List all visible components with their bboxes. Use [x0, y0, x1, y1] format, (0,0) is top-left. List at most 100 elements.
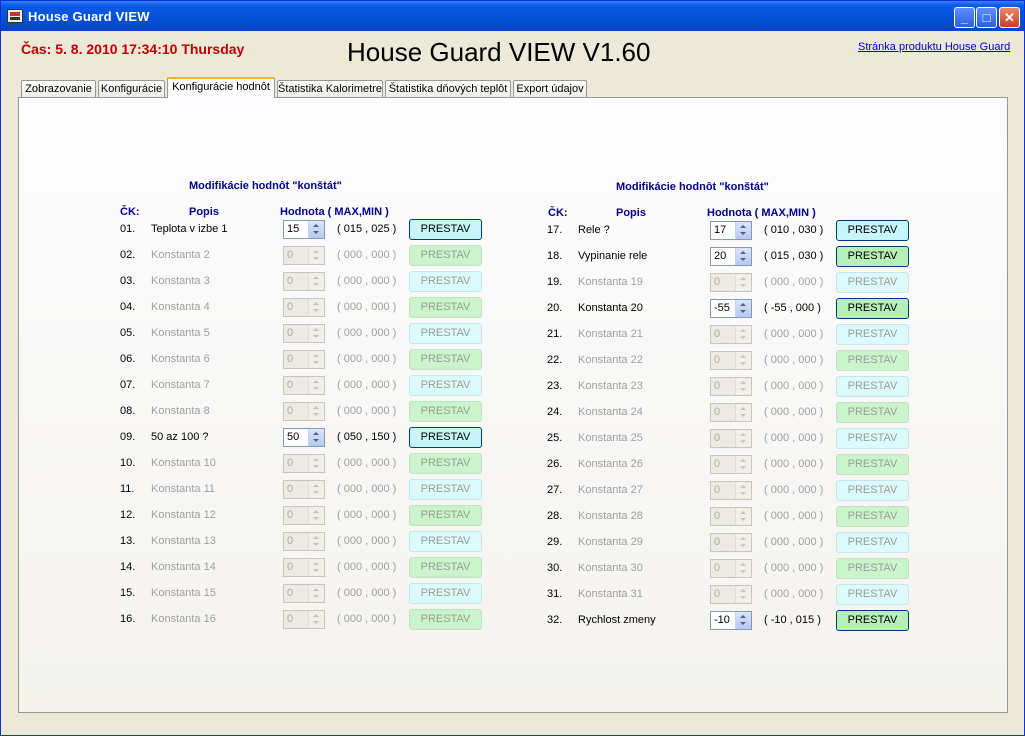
- value-spinner[interactable]: 0: [283, 480, 325, 499]
- value-field[interactable]: 0: [714, 354, 720, 366]
- value-field[interactable]: 0: [287, 561, 293, 573]
- prestav-button[interactable]: PRESTAV: [409, 323, 482, 344]
- spinner-arrows-icon[interactable]: [735, 352, 751, 369]
- value-spinner[interactable]: 17: [710, 221, 752, 240]
- value-field[interactable]: 0: [287, 535, 293, 547]
- spinner-arrows-icon[interactable]: [735, 560, 751, 577]
- value-field[interactable]: 0: [714, 562, 720, 574]
- prestav-button[interactable]: PRESTAV: [836, 532, 909, 553]
- value-spinner[interactable]: 0: [283, 272, 325, 291]
- prestav-button[interactable]: PRESTAV: [409, 245, 482, 266]
- value-spinner[interactable]: 0: [283, 246, 325, 265]
- spinner-arrows-icon[interactable]: [308, 455, 324, 472]
- value-field[interactable]: 0: [714, 406, 720, 418]
- value-spinner[interactable]: 0: [710, 429, 752, 448]
- spinner-arrows-icon[interactable]: [308, 585, 324, 602]
- spinner-arrows-icon[interactable]: [308, 403, 324, 420]
- value-spinner[interactable]: 0: [283, 324, 325, 343]
- value-field[interactable]: 17: [714, 224, 726, 236]
- prestav-button[interactable]: PRESTAV: [836, 428, 909, 449]
- tab-statistika-kalorimetre[interactable]: Štatistika Kalorimetre: [277, 80, 383, 97]
- spinner-arrows-icon[interactable]: [735, 482, 751, 499]
- prestav-button[interactable]: PRESTAV: [836, 480, 909, 501]
- value-field[interactable]: 0: [714, 432, 720, 444]
- value-field[interactable]: 0: [714, 510, 720, 522]
- prestav-button[interactable]: PRESTAV: [409, 297, 482, 318]
- value-spinner[interactable]: 0: [710, 273, 752, 292]
- value-spinner[interactable]: 0: [283, 558, 325, 577]
- prestav-button[interactable]: PRESTAV: [836, 454, 909, 475]
- prestav-button[interactable]: PRESTAV: [836, 220, 909, 241]
- value-spinner[interactable]: 0: [710, 403, 752, 422]
- value-field[interactable]: 0: [287, 509, 293, 521]
- spinner-arrows-icon[interactable]: [735, 248, 751, 265]
- value-field[interactable]: 15: [287, 223, 299, 235]
- prestav-button[interactable]: PRESTAV: [409, 479, 482, 500]
- prestav-button[interactable]: PRESTAV: [836, 324, 909, 345]
- prestav-button[interactable]: PRESTAV: [836, 272, 909, 293]
- spinner-arrows-icon[interactable]: [308, 429, 324, 446]
- value-spinner[interactable]: 0: [710, 455, 752, 474]
- spinner-arrows-icon[interactable]: [308, 273, 324, 290]
- spinner-arrows-icon[interactable]: [735, 404, 751, 421]
- value-field[interactable]: 20: [714, 250, 726, 262]
- spinner-arrows-icon[interactable]: [308, 299, 324, 316]
- value-spinner[interactable]: 0: [283, 610, 325, 629]
- value-field[interactable]: 0: [287, 457, 293, 469]
- spinner-arrows-icon[interactable]: [735, 534, 751, 551]
- prestav-button[interactable]: PRESTAV: [836, 506, 909, 527]
- spinner-arrows-icon[interactable]: [735, 222, 751, 239]
- value-field[interactable]: 0: [287, 275, 293, 287]
- value-field[interactable]: 0: [714, 536, 720, 548]
- prestav-button[interactable]: PRESTAV: [409, 583, 482, 604]
- value-spinner[interactable]: 0: [710, 559, 752, 578]
- value-field[interactable]: -55: [714, 302, 730, 314]
- tab-export-udajov[interactable]: Export údajov: [513, 80, 587, 97]
- prestav-button[interactable]: PRESTAV: [409, 349, 482, 370]
- close-button[interactable]: ✕: [999, 7, 1020, 28]
- value-field[interactable]: 0: [287, 301, 293, 313]
- value-spinner[interactable]: 0: [283, 298, 325, 317]
- value-field[interactable]: 0: [287, 249, 293, 261]
- prestav-button[interactable]: PRESTAV: [409, 505, 482, 526]
- value-spinner[interactable]: 0: [283, 454, 325, 473]
- tab-statistika-dnovych-teplot[interactable]: Štatistika dňových teplôt: [385, 80, 511, 97]
- prestav-button[interactable]: PRESTAV: [836, 610, 909, 631]
- value-spinner[interactable]: 0: [283, 532, 325, 551]
- value-field[interactable]: 0: [287, 327, 293, 339]
- spinner-arrows-icon[interactable]: [308, 507, 324, 524]
- value-spinner[interactable]: 0: [283, 506, 325, 525]
- value-spinner[interactable]: 0: [710, 377, 752, 396]
- spinner-arrows-icon[interactable]: [308, 351, 324, 368]
- spinner-arrows-icon[interactable]: [308, 559, 324, 576]
- value-spinner[interactable]: 0: [710, 325, 752, 344]
- value-field[interactable]: 0: [287, 587, 293, 599]
- value-spinner[interactable]: 0: [710, 533, 752, 552]
- value-field[interactable]: 0: [714, 484, 720, 496]
- value-field[interactable]: 0: [714, 276, 720, 288]
- value-spinner[interactable]: 15: [283, 220, 325, 239]
- minimize-button[interactable]: _: [954, 7, 975, 28]
- spinner-arrows-icon[interactable]: [735, 300, 751, 317]
- tab-konfiguracie-hodnot[interactable]: Konfigurácie hodnôt: [167, 77, 275, 98]
- spinner-arrows-icon[interactable]: [735, 326, 751, 343]
- prestav-button[interactable]: PRESTAV: [409, 219, 482, 240]
- spinner-arrows-icon[interactable]: [735, 508, 751, 525]
- value-field[interactable]: 0: [714, 380, 720, 392]
- spinner-arrows-icon[interactable]: [308, 481, 324, 498]
- prestav-button[interactable]: PRESTAV: [409, 427, 482, 448]
- value-spinner[interactable]: 50: [283, 428, 325, 447]
- spinner-arrows-icon[interactable]: [308, 377, 324, 394]
- value-field[interactable]: -10: [714, 614, 730, 626]
- value-field[interactable]: 0: [287, 483, 293, 495]
- spinner-arrows-icon[interactable]: [308, 221, 324, 238]
- tab-konfiguracie[interactable]: Konfigurácie: [98, 80, 165, 97]
- spinner-arrows-icon[interactable]: [735, 586, 751, 603]
- product-page-link[interactable]: Stránka produktu House Guard: [858, 41, 1010, 53]
- value-spinner[interactable]: 0: [283, 376, 325, 395]
- value-field[interactable]: 0: [287, 379, 293, 391]
- spinner-arrows-icon[interactable]: [735, 456, 751, 473]
- title-bar[interactable]: House Guard VIEW _ □ ✕: [1, 1, 1024, 31]
- value-spinner[interactable]: 0: [710, 507, 752, 526]
- prestav-button[interactable]: PRESTAV: [409, 375, 482, 396]
